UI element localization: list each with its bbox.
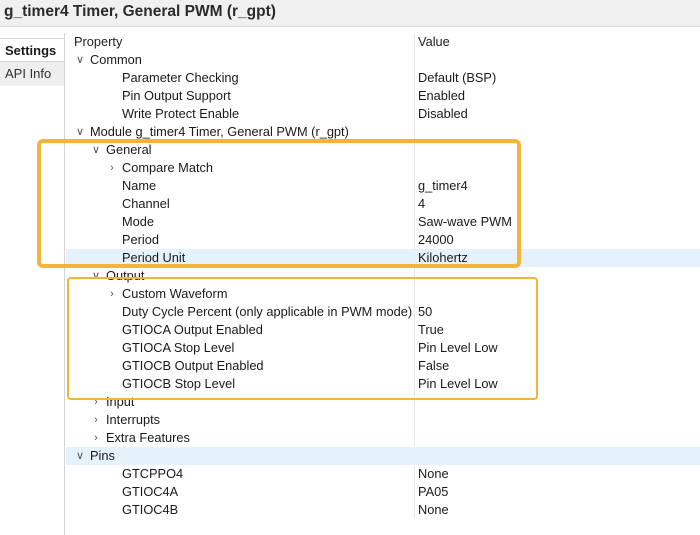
chevron-right-icon[interactable]: › — [106, 159, 118, 177]
property-value[interactable]: None — [418, 501, 449, 519]
table-row[interactable]: Period 24000 — [66, 231, 700, 249]
chevron-right-icon[interactable]: › — [90, 411, 102, 429]
property-label: Common — [90, 52, 142, 67]
table-row[interactable]: GTIOC4B None — [66, 501, 700, 519]
property-value[interactable]: Saw-wave PWM — [418, 213, 512, 231]
table-row[interactable]: GTIOCA Stop Level Pin Level Low — [66, 339, 700, 357]
property-value[interactable]: g_timer4 — [418, 177, 468, 195]
table-row[interactable]: Name g_timer4 — [66, 177, 700, 195]
table-row[interactable]: GTIOCA Output Enabled True — [66, 321, 700, 339]
table-row[interactable]: GTCPPO4 None — [66, 465, 700, 483]
table-row[interactable]: ∨ General — [66, 141, 700, 159]
property-value[interactable]: None — [418, 465, 449, 483]
property-label: Module g_timer4 Timer, General PWM (r_gp… — [90, 124, 349, 139]
property-value[interactable]: Enabled — [418, 87, 465, 105]
chevron-right-icon[interactable]: › — [90, 429, 102, 447]
property-label: Duty Cycle Percent (only applicable in P… — [122, 304, 413, 319]
property-label: Compare Match — [122, 160, 214, 175]
property-label: Extra Features — [106, 430, 190, 445]
table-row[interactable]: › Extra Features — [66, 429, 700, 447]
property-value[interactable]: 50 — [418, 303, 432, 321]
property-label: Name — [122, 178, 157, 193]
column-header-value[interactable]: Value — [418, 33, 450, 51]
property-value[interactable]: True — [418, 321, 444, 339]
property-label: General — [106, 142, 152, 157]
property-value[interactable]: Pin Level Low — [418, 339, 498, 357]
property-label: Custom Waveform — [122, 286, 228, 301]
property-value[interactable]: Kilohertz — [418, 249, 468, 267]
property-label: Parameter Checking — [122, 70, 239, 85]
property-label: Input — [106, 394, 135, 409]
table-row[interactable]: GTIOC4A PA05 — [66, 483, 700, 501]
property-value[interactable]: Pin Level Low — [418, 375, 498, 393]
property-label: Pin Output Support — [122, 88, 231, 103]
table-row[interactable]: ∨ Module g_timer4 Timer, General PWM (r_g… — [66, 123, 700, 141]
property-label: GTIOC4B — [122, 502, 179, 517]
property-label: Period Unit — [122, 250, 186, 265]
property-label: GTIOCB Output Enabled — [122, 358, 264, 373]
property-label: Period — [122, 232, 159, 247]
table-header: Property Value — [66, 33, 700, 51]
chevron-right-icon[interactable]: › — [90, 393, 102, 411]
property-label: Write Protect Enable — [122, 106, 240, 121]
properties-table: Property Value ∨ Common Parameter Checking… — [66, 33, 700, 535]
chevron-down-icon[interactable]: ∨ — [74, 123, 86, 141]
property-label: Mode — [122, 214, 155, 229]
property-value[interactable]: False — [418, 357, 449, 375]
property-value[interactable]: 4 — [418, 195, 425, 213]
tab-api-info[interactable]: API Info — [0, 62, 64, 86]
table-row[interactable]: Write Protect Enable Disabled — [66, 105, 700, 123]
table-row[interactable]: Period Unit Kilohertz — [66, 249, 700, 267]
property-label: GTCPPO4 — [122, 466, 184, 481]
chevron-down-icon[interactable]: ∨ — [74, 447, 86, 465]
property-value[interactable]: PA05 — [418, 483, 448, 501]
editor-title-bar: g_timer4 Timer, General PWM (r_gpt) — [0, 0, 700, 27]
table-row[interactable]: Pin Output Support Enabled — [66, 87, 700, 105]
table-row[interactable]: Mode Saw-wave PWM — [66, 213, 700, 231]
table-row[interactable]: GTIOCB Stop Level Pin Level Low — [66, 375, 700, 393]
table-row[interactable]: GTIOCB Output Enabled False — [66, 357, 700, 375]
property-label: Interrupts — [106, 412, 161, 427]
editor-title: g_timer4 Timer, General PWM (r_gpt) — [4, 3, 276, 20]
table-row[interactable]: Duty Cycle Percent (only applicable in P… — [66, 303, 700, 321]
table-row[interactable]: Parameter Checking Default (BSP) — [66, 69, 700, 87]
chevron-down-icon[interactable]: ∨ — [90, 267, 102, 285]
property-value[interactable]: Default (BSP) — [418, 69, 496, 87]
property-label: GTIOC4A — [122, 484, 179, 499]
chevron-right-icon[interactable]: › — [106, 285, 118, 303]
table-row[interactable]: ∨ Common — [66, 51, 700, 69]
property-label: Pins — [90, 448, 115, 463]
property-label: GTIOCA Output Enabled — [122, 322, 263, 337]
property-label: GTIOCA Stop Level — [122, 340, 235, 355]
table-row[interactable]: ∨ Output — [66, 267, 700, 285]
table-row[interactable]: › Compare Match — [66, 159, 700, 177]
chevron-down-icon[interactable]: ∨ — [90, 141, 102, 159]
property-value[interactable]: 24000 — [418, 231, 454, 249]
chevron-down-icon[interactable]: ∨ — [74, 51, 86, 69]
column-header-property[interactable]: Property — [74, 33, 122, 51]
table-row[interactable]: › Custom Waveform — [66, 285, 700, 303]
side-tab-bar: Settings API Info — [0, 33, 65, 535]
table-row[interactable]: › Interrupts — [66, 411, 700, 429]
table-row[interactable]: ∨ Pins — [66, 447, 700, 465]
tab-settings[interactable]: Settings — [0, 38, 64, 62]
table-row[interactable]: Channel 4 — [66, 195, 700, 213]
property-label: Channel — [122, 196, 170, 211]
property-label: GTIOCB Stop Level — [122, 376, 236, 391]
property-value[interactable]: Disabled — [418, 105, 468, 123]
property-label: Output — [106, 268, 145, 283]
table-row[interactable]: › Input — [66, 393, 700, 411]
